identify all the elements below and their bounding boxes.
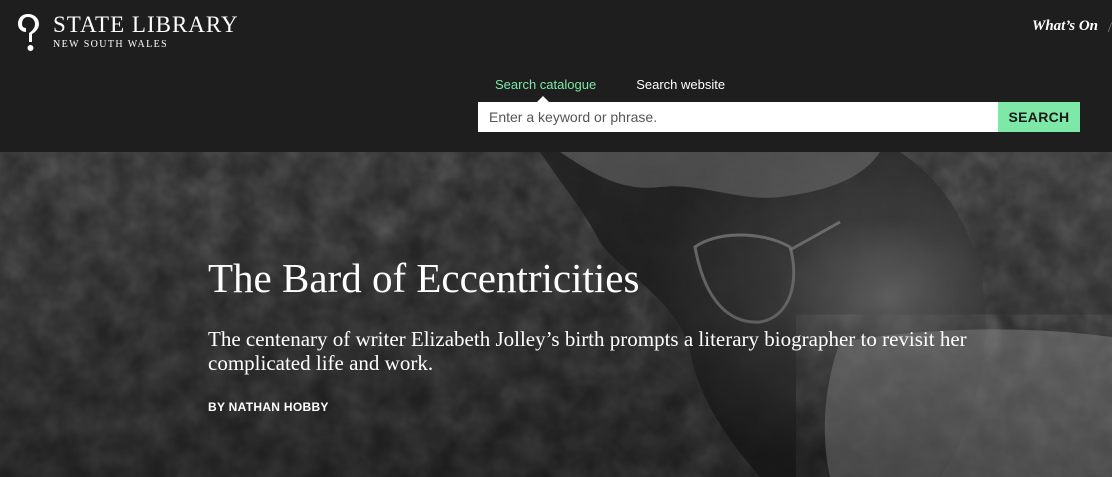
logo-text: STATE LIBRARY NEW SOUTH WALES — [53, 12, 239, 51]
search-form: SEARCH — [478, 102, 1080, 132]
state-library-logo-icon — [18, 14, 39, 51]
search-input[interactable] — [478, 102, 998, 132]
hero-banner: The Bard of Eccentricities The centenary… — [0, 152, 1112, 477]
whats-on-link[interactable]: What’s On — [1032, 18, 1098, 35]
site-logo[interactable]: STATE LIBRARY NEW SOUTH WALES — [17, 12, 239, 52]
article-title: The Bard of Eccentricities — [208, 255, 640, 301]
search-tabs: Search catalogue Search website — [495, 77, 725, 102]
nav-separator: / — [1107, 20, 1112, 36]
hero-content: The Bard of Eccentricities The centenary… — [208, 252, 1068, 414]
tab-search-website[interactable]: Search website — [636, 77, 725, 93]
logo-subtitle: NEW SOUTH WALES — [53, 39, 169, 50]
search-button[interactable]: SEARCH — [998, 102, 1080, 132]
site-header: STATE LIBRARY NEW SOUTH WALES What’s On … — [0, 0, 1112, 152]
logo-title: STATE LIBRARY — [53, 12, 239, 37]
tab-search-catalogue[interactable]: Search catalogue — [495, 77, 596, 93]
article-subtitle: The centenary of writer Elizabeth Jolley… — [208, 327, 967, 375]
article-byline: BY NATHAN HOBBY — [208, 400, 329, 414]
